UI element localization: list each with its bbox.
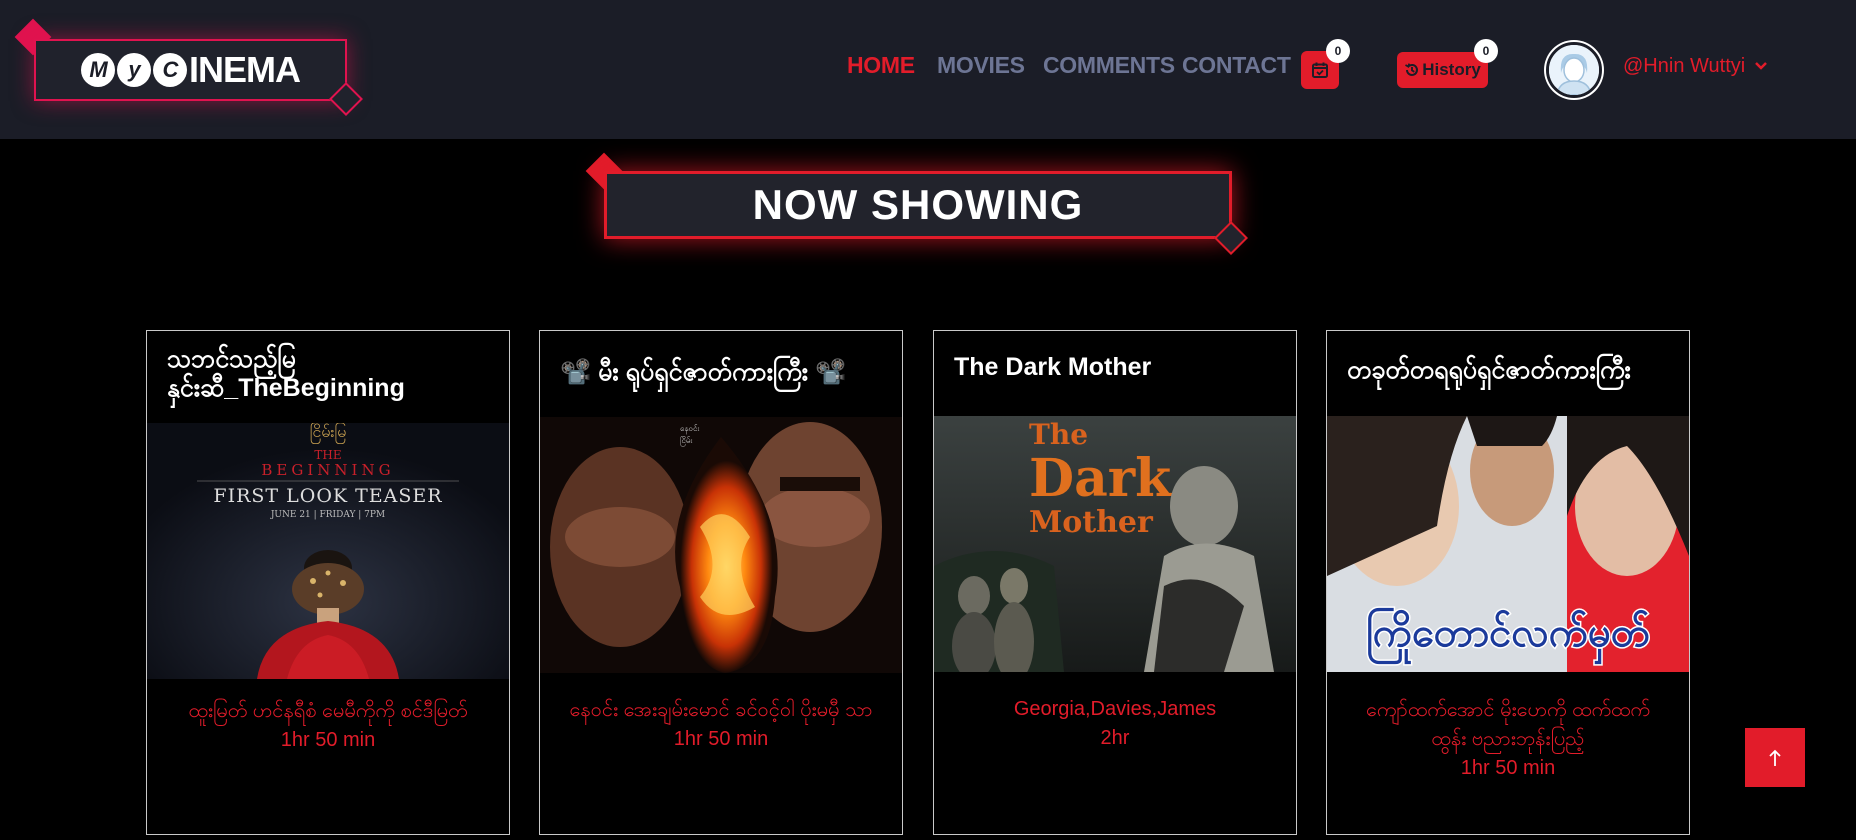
- history-button[interactable]: History: [1397, 52, 1488, 88]
- movie-title[interactable]: 📽️ မီး ရုပ်ရှင်ဇာတ်ကားကြီး 📽️: [560, 358, 890, 387]
- movie-cast: ထူးမြတ် ဟင်နရီစံ မေမီကိုကို စင်ဒီမြတ်: [188, 700, 468, 722]
- movie-card[interactable]: သဘင်သည့်မြ နှင်းဆီ_TheBeginning ငြိမ်းမြ…: [146, 330, 510, 835]
- nav-home[interactable]: HOME: [847, 52, 915, 79]
- nav-movies[interactable]: MOVIES: [937, 52, 1025, 79]
- arrow-up-icon: [1769, 749, 1781, 766]
- movie-poster[interactable]: နေဝင်း ငြိမ်း: [540, 417, 902, 673]
- site-logo[interactable]: M y C INEMA: [34, 39, 347, 101]
- movie-title[interactable]: သဘင်သည့်မြ နှင်းဆီ_TheBeginning: [167, 345, 497, 403]
- history-icon: [1405, 63, 1419, 76]
- site-header: M y C INEMA HOME MOVIES COMMENTS CONTACT…: [0, 0, 1856, 139]
- history-label: History: [1422, 60, 1481, 79]
- poster-text: BEGINNING: [261, 461, 394, 479]
- history-count-badge: 0: [1474, 39, 1498, 63]
- movie-duration: 2hr: [1100, 727, 1130, 749]
- poster-text: The: [1029, 418, 1088, 451]
- avatar[interactable]: [1546, 42, 1602, 98]
- nav-contact[interactable]: CONTACT: [1182, 52, 1291, 79]
- bookings-count-badge: 0: [1326, 39, 1350, 63]
- movie-poster[interactable]: ကြိုတောင်လက်မှတ်: [1327, 416, 1689, 672]
- movie-duration: 1hr 50 min: [673, 728, 769, 750]
- nav-comments[interactable]: COMMENTS: [1043, 52, 1175, 79]
- movie-meta: နေဝင်း အေးချမ်းမောင် ခင်ဝင့်ဝါ ပိုးမမှီ …: [540, 696, 902, 754]
- calendar-check-icon: [1312, 62, 1328, 78]
- section-header: NOW SHOWING: [604, 171, 1232, 239]
- logo-text: M y C INEMA: [81, 49, 301, 91]
- poster-text: Dark: [1029, 448, 1172, 509]
- poster-text: Mother: [1029, 505, 1154, 540]
- movie-duration: 1hr 50 min: [1460, 757, 1556, 779]
- logo-letter-y: y: [117, 53, 151, 87]
- movie-card[interactable]: တခုတ်တရရုပ်ရှင်ဇာတ်ကားကြီး ကြိုတောင်လက်မ…: [1326, 330, 1690, 835]
- movie-poster[interactable]: ငြိမ်းမြ THE BEGINNING FIRST LOOK TEASER…: [147, 423, 509, 679]
- movie-meta: Georgia,Davies,James 2hr: [934, 695, 1296, 753]
- movie-card[interactable]: The Dark Mother The Dark Mother Georgia,…: [933, 330, 1297, 835]
- movie-title[interactable]: The Dark Mother: [954, 353, 1284, 382]
- logo-letter-m: M: [81, 53, 115, 87]
- movie-cast: နေဝင်း အေးချမ်းမောင် ခင်ဝင့်ဝါ ပိုးမမှီ …: [569, 699, 873, 721]
- poster-text: FIRST LOOK TEASER: [213, 485, 442, 507]
- movie-meta: ထူးမြတ် ဟင်နရီစံ မေမီကိုကို စင်ဒီမြတ် 1h…: [147, 697, 509, 755]
- movie-title[interactable]: တခုတ်တရရုပ်ရှင်ဇာတ်ကားကြီး: [1347, 356, 1687, 385]
- movie-meta: ကျော်ထက်အောင် မိုးဟေကို ထက်ထက် ထွန်း ဗညာ…: [1327, 696, 1689, 783]
- logo-letter-c: C: [153, 53, 187, 87]
- movie-cast: ကျော်ထက်အောင် မိုးဟေကို ထက်ထက် ထွန်း ဗညာ…: [1366, 699, 1650, 750]
- movie-poster[interactable]: The Dark Mother: [934, 416, 1296, 672]
- logo-suffix: INEMA: [189, 49, 301, 90]
- movie-cast: Georgia,Davies,James: [1013, 698, 1217, 720]
- chevron-down-icon[interactable]: [1753, 58, 1769, 74]
- user-avatar-icon: [1549, 45, 1599, 95]
- poster-text: JUNE 21 | FRIDAY | 7PM: [270, 510, 385, 520]
- section-title: NOW SHOWING: [752, 181, 1084, 228]
- svg-text:ငြိမ်းမြ: ငြိမ်းမြ: [310, 423, 347, 444]
- movie-duration: 1hr 50 min: [280, 729, 376, 751]
- poster-text: THE: [314, 448, 341, 462]
- back-to-top-button[interactable]: [1745, 728, 1805, 787]
- movie-card[interactable]: 📽️ မီး ရုပ်ရှင်ဇာတ်ကားကြီး 📽️ နေဝင်း ငြိ…: [539, 330, 903, 835]
- username-link[interactable]: @Hnin Wuttyi: [1623, 55, 1745, 78]
